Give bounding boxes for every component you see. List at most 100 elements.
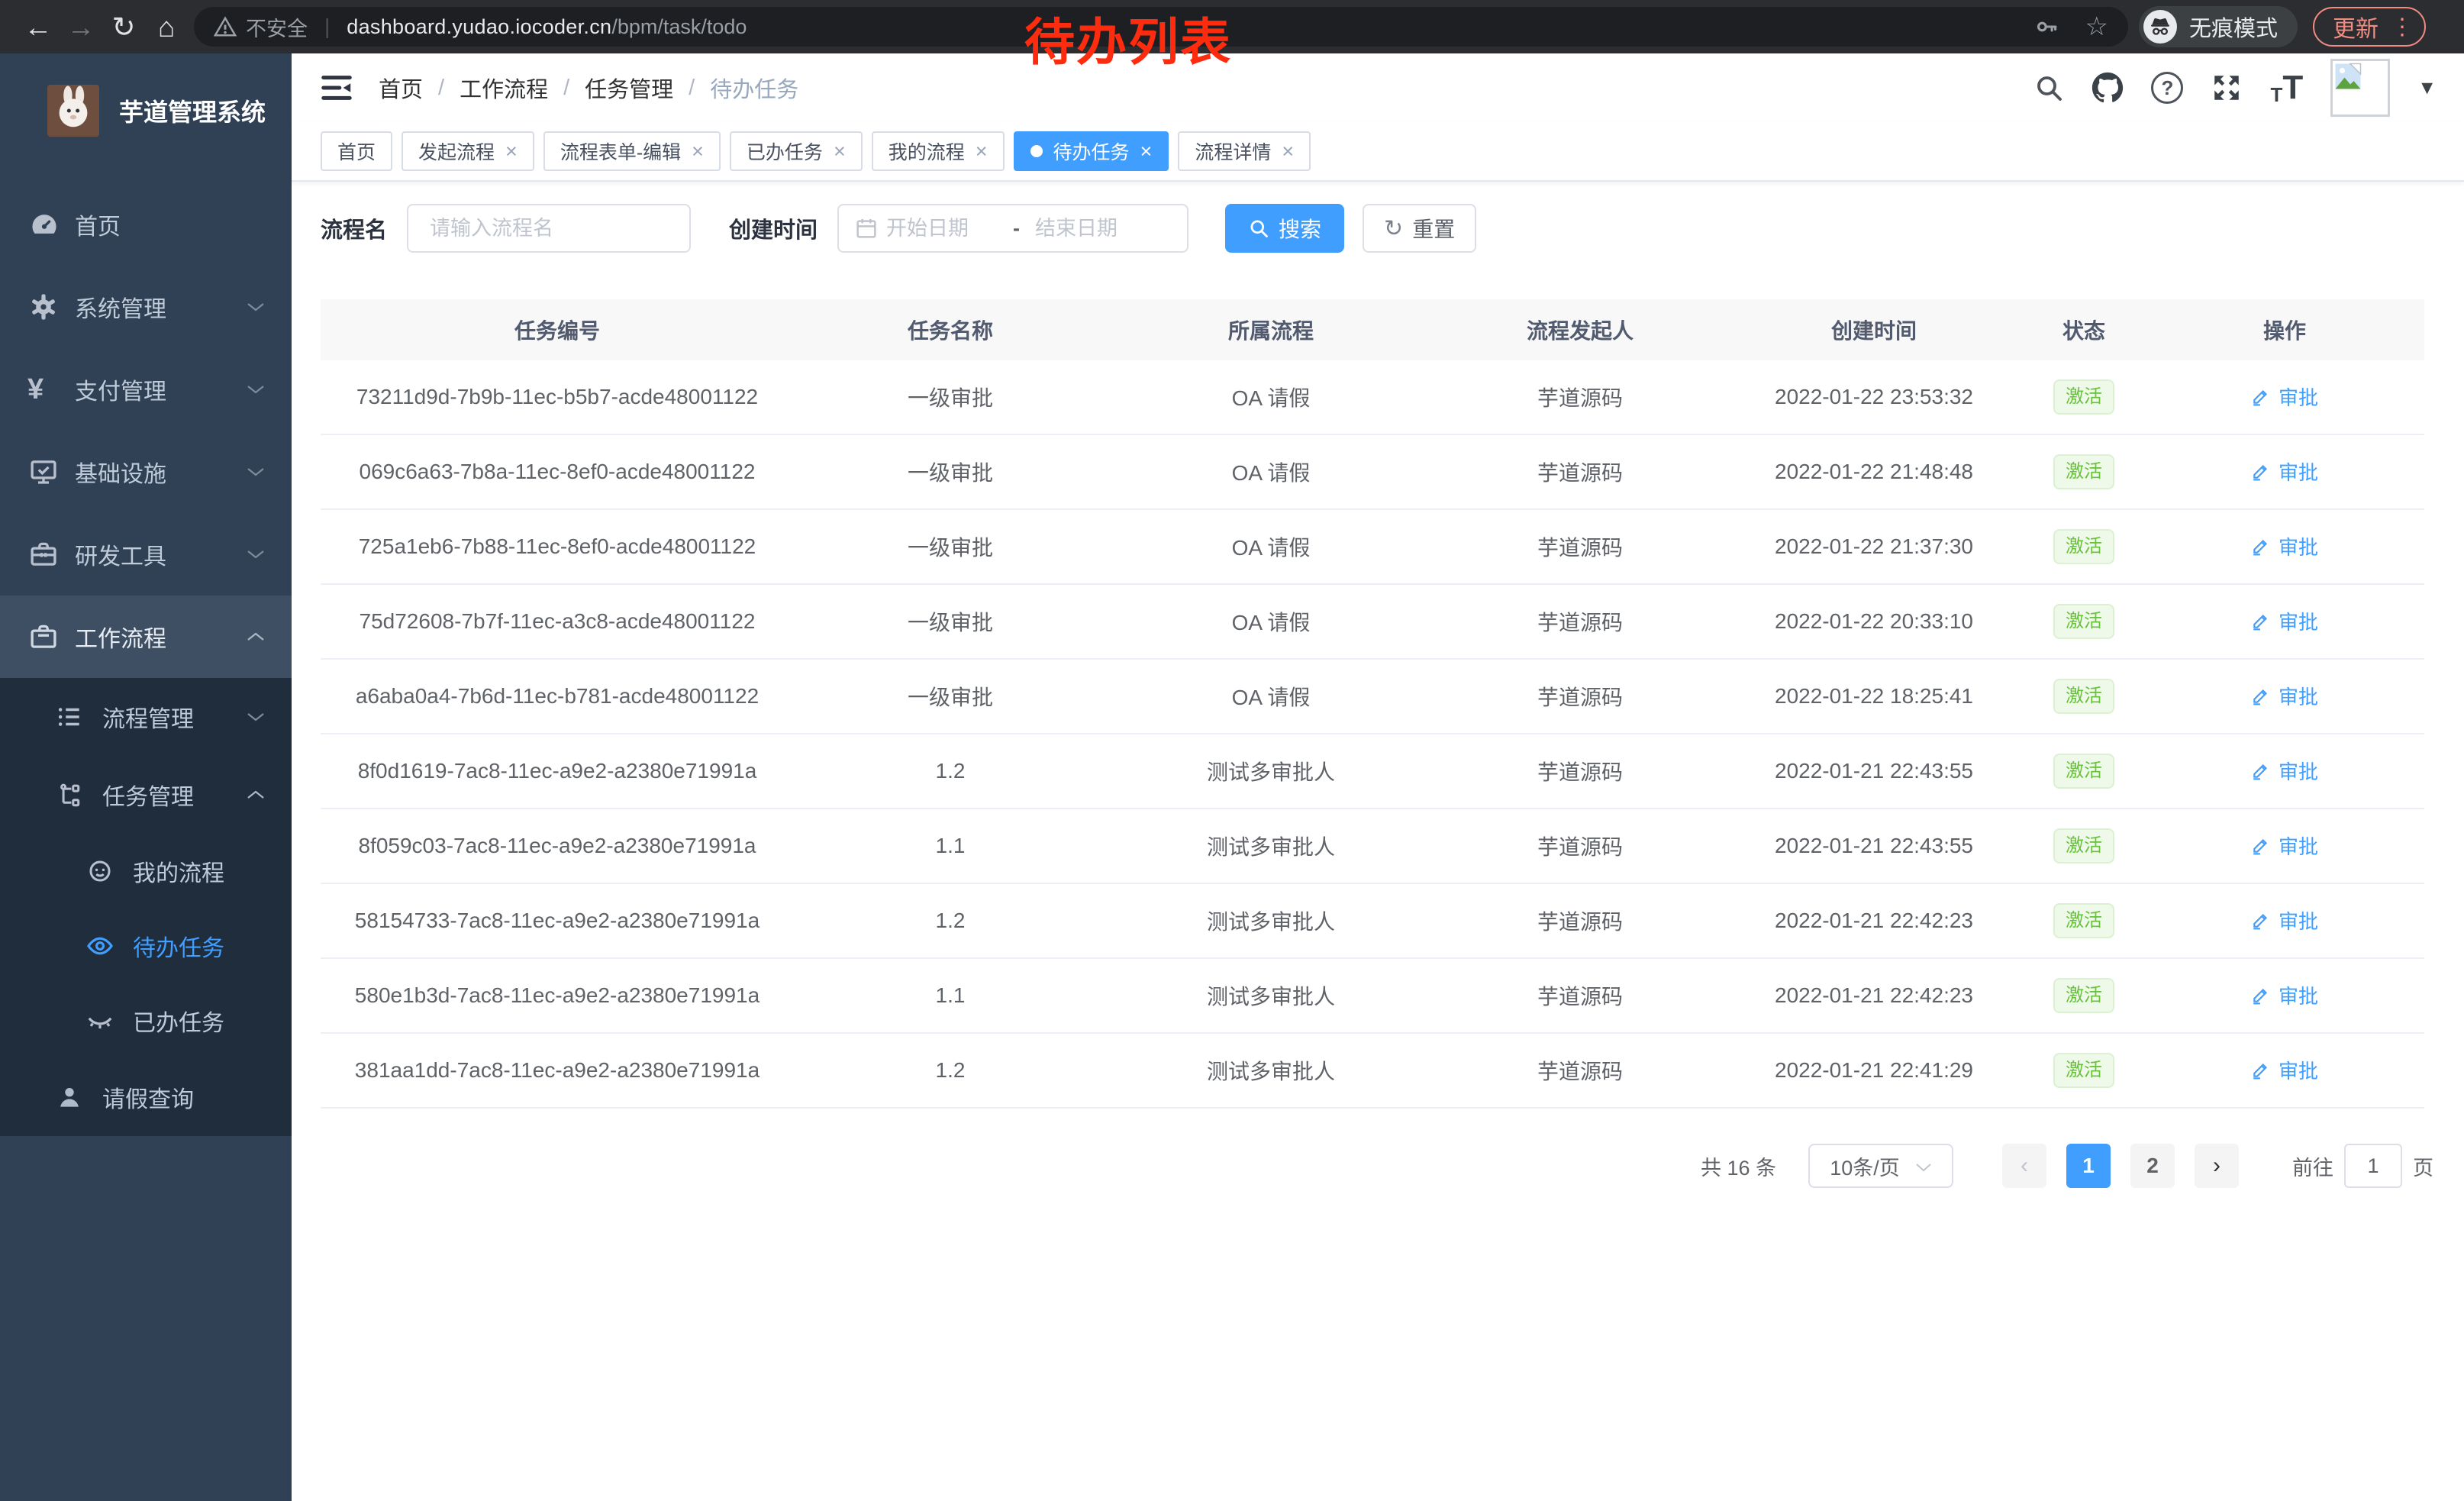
chevron-up-icon: [246, 631, 266, 643]
approve-link[interactable]: 审批: [2251, 682, 2318, 710]
range-separator: -: [1013, 217, 1020, 240]
sidebar-item-home[interactable]: 首页: [0, 183, 292, 266]
sidebar-item-task-mgmt[interactable]: 任务管理: [0, 756, 292, 834]
cell-task-id: 58154733-7ac8-11ec-a9e2-a2380e71991a: [321, 909, 794, 933]
close-icon[interactable]: ×: [1140, 141, 1153, 162]
page-size-select[interactable]: 10条/页: [1808, 1144, 1953, 1188]
sidebar-item-label: 流程管理: [102, 700, 194, 734]
tab-form-edit[interactable]: 流程表单-编辑 ×: [543, 131, 721, 171]
breadcrumb-task-mgmt[interactable]: 任务管理: [585, 72, 673, 104]
sidebar-item-leave-query[interactable]: 请假查询: [0, 1058, 292, 1136]
close-icon[interactable]: ×: [1282, 141, 1294, 162]
cell-starter: 芋道源码: [1435, 831, 1725, 861]
approve-link[interactable]: 审批: [2251, 1056, 2318, 1084]
sidebar-item-label: 任务管理: [102, 778, 194, 812]
bookmark-star-icon[interactable]: ☆: [2085, 11, 2108, 42]
sidebar-item-infrastructure[interactable]: 基础设施: [0, 431, 292, 513]
browser-forward-icon[interactable]: →: [60, 13, 102, 41]
approve-link[interactable]: 审批: [2251, 607, 2318, 635]
approve-link[interactable]: 审批: [2251, 532, 2318, 560]
sidebar-item-done-tasks[interactable]: 已办任务: [0, 983, 292, 1058]
browser-menu-dots-icon[interactable]: ⋮: [2391, 14, 2414, 40]
search-icon[interactable]: [2033, 73, 2064, 103]
approve-link[interactable]: 审批: [2251, 831, 2318, 860]
search-button[interactable]: 搜索: [1225, 204, 1344, 253]
breadcrumb-workflow[interactable]: 工作流程: [460, 72, 548, 104]
sidebar-item-workflow[interactable]: 工作流程: [0, 596, 292, 678]
text-size-icon[interactable]: T T: [2270, 71, 2303, 105]
cell-task-name: 一级审批: [794, 382, 1107, 412]
reset-button[interactable]: ↻ 重置: [1363, 204, 1476, 253]
approve-link[interactable]: 审批: [2251, 757, 2318, 785]
saved-password-key-icon[interactable]: [2033, 14, 2059, 40]
avatar-caret-down-icon[interactable]: ▼: [2417, 77, 2437, 99]
tab-start-process[interactable]: 发起流程 ×: [402, 131, 534, 171]
tab-label: 已办任务: [747, 137, 823, 165]
approve-link[interactable]: 审批: [2251, 383, 2318, 411]
tab-my-process[interactable]: 我的流程 ×: [872, 131, 1005, 171]
annotation-title: 待办列表: [1024, 2, 1232, 75]
browser-reload-icon[interactable]: ↻: [102, 13, 145, 41]
end-date-input[interactable]: [1034, 216, 1148, 241]
approve-link[interactable]: 审批: [2251, 981, 2318, 1009]
briefcase-icon: [27, 621, 61, 653]
goto-label: 前往: [2292, 1151, 2333, 1181]
fullscreen-icon[interactable]: [2211, 72, 2243, 104]
sidebar-item-devtools[interactable]: 研发工具: [0, 513, 292, 596]
page-button-1[interactable]: 1: [2066, 1144, 2111, 1188]
sidebar-item-todo-tasks[interactable]: 待办任务: [0, 909, 292, 983]
close-icon[interactable]: ×: [692, 141, 704, 162]
browser-home-icon[interactable]: ⌂: [145, 13, 188, 41]
process-name-input[interactable]: [407, 204, 691, 253]
close-icon[interactable]: ×: [834, 141, 846, 162]
tab-done-tasks[interactable]: 已办任务 ×: [730, 131, 863, 171]
security-label[interactable]: 不安全: [246, 12, 308, 42]
eye-closed-icon: [85, 1006, 116, 1035]
toolbox-icon: [27, 538, 61, 570]
approve-link[interactable]: 审批: [2251, 906, 2318, 934]
browser-update-button[interactable]: 更新 ⋮: [2313, 7, 2426, 47]
cell-task-name: 1.1: [794, 983, 1107, 1008]
cell-task-name: 1.2: [794, 909, 1107, 933]
close-icon[interactable]: ×: [505, 141, 518, 162]
tab-todo-tasks[interactable]: 待办任务 ×: [1014, 131, 1169, 171]
prev-page-button[interactable]: ‹: [2002, 1144, 2046, 1188]
avatar[interactable]: [2330, 59, 2390, 117]
github-icon[interactable]: [2091, 72, 2124, 104]
cell-starter: 芋道源码: [1435, 531, 1725, 562]
approve-link[interactable]: 审批: [2251, 457, 2318, 486]
cell-process: 测试多审批人: [1107, 1055, 1435, 1086]
page-button-2[interactable]: 2: [2130, 1144, 2175, 1188]
url-divider: |: [324, 15, 330, 39]
process-name-label: 流程名: [321, 212, 387, 244]
sidebar-collapse-icon[interactable]: [319, 70, 354, 105]
cell-starter: 芋道源码: [1435, 1055, 1725, 1086]
browser-back-icon[interactable]: ←: [17, 13, 60, 41]
status-badge: 激活: [2053, 978, 2114, 1013]
breadcrumb-separator: /: [689, 76, 695, 101]
tab-process-detail[interactable]: 流程详情 ×: [1178, 131, 1311, 171]
breadcrumb-home[interactable]: 首页: [379, 72, 423, 104]
sidebar-logo-row: 芋道管理系统: [0, 53, 292, 168]
pagination-total: 共 16 条: [1701, 1151, 1776, 1181]
sidebar-item-payment[interactable]: ¥ 支付管理: [0, 348, 292, 431]
table-row: 8f059c03-7ac8-11ec-a9e2-a2380e71991a 1.1…: [321, 809, 2424, 884]
table-row: 381aa1dd-7ac8-11ec-a9e2-a2380e71991a 1.2…: [321, 1034, 2424, 1109]
next-page-button[interactable]: ›: [2195, 1144, 2239, 1188]
date-range-picker[interactable]: -: [837, 204, 1188, 253]
cell-task-name: 一级审批: [794, 681, 1107, 712]
tab-home[interactable]: 首页: [321, 131, 392, 171]
cell-starter: 芋道源码: [1435, 756, 1725, 786]
close-icon[interactable]: ×: [976, 141, 988, 162]
col-create-time: 创建时间: [1725, 315, 2023, 345]
workflow-submenu: 流程管理 任务管理: [0, 678, 292, 1136]
sidebar-item-label: 工作流程: [75, 620, 166, 654]
sidebar-item-my-process[interactable]: 我的流程: [0, 834, 292, 909]
goto-page-input[interactable]: [2344, 1144, 2402, 1188]
sidebar-item-system[interactable]: 系统管理: [0, 266, 292, 348]
sidebar-item-process-mgmt[interactable]: 流程管理: [0, 678, 292, 756]
cell-task-name: 一级审批: [794, 531, 1107, 562]
help-icon[interactable]: ?: [2151, 72, 2183, 104]
refresh-icon: ↻: [1384, 215, 1403, 242]
start-date-input[interactable]: [885, 216, 999, 241]
